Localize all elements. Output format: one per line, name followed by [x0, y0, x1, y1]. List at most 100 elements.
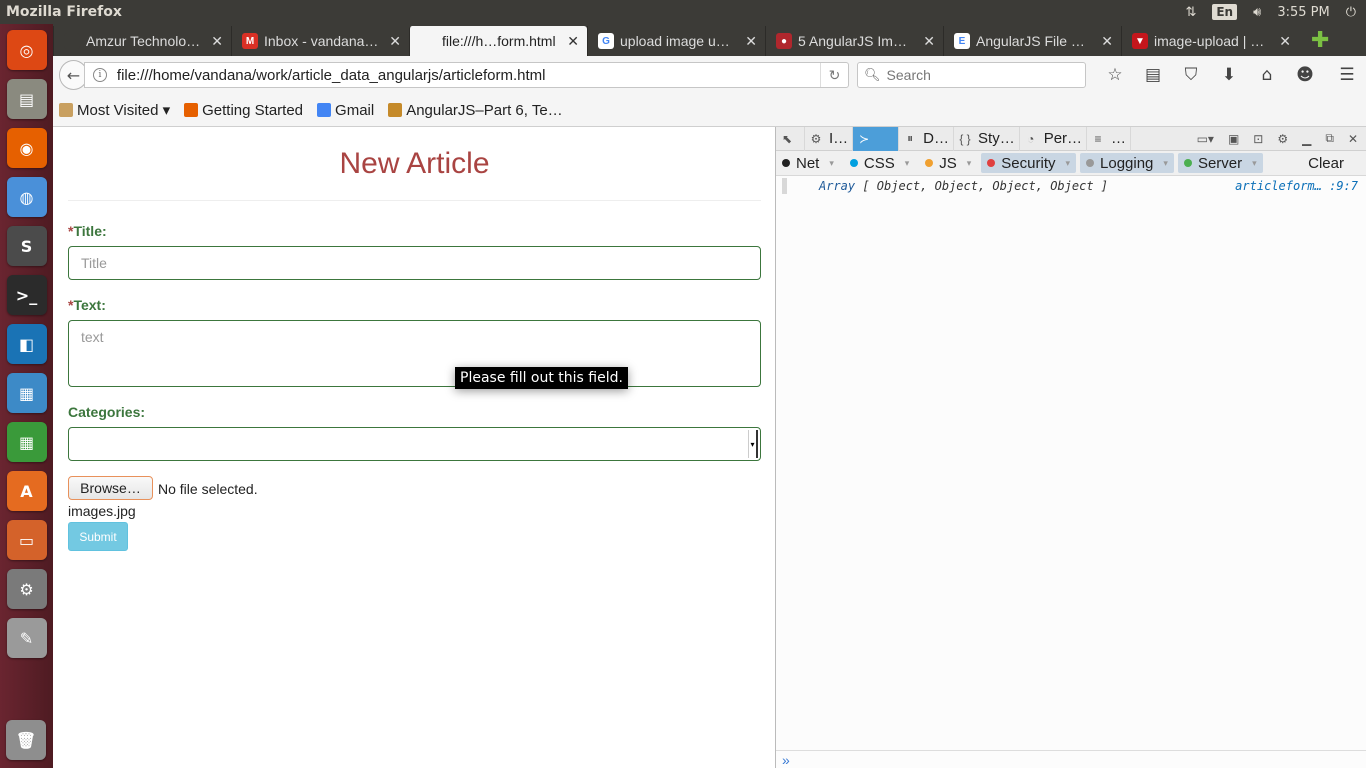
console-source-link[interactable]: articleform… :9:7 — [1235, 179, 1358, 193]
image-viewer-icon[interactable]: ▦ — [6, 373, 47, 413]
console-log-text[interactable]: Array [ Object, Object, Object, Object ] — [819, 179, 1108, 193]
chevron-down-icon[interactable]: ▾ — [748, 430, 758, 458]
chevron-down-icon[interactable]: ▾ — [1163, 158, 1168, 169]
browser-tab[interactable]: file:///h…form.html ✕ — [409, 26, 587, 56]
ubuntu-dash-icon[interactable]: ◎ — [6, 30, 47, 70]
devtools-tab[interactable]: ⏸ D… — [899, 126, 955, 151]
spreadsheet-icon[interactable]: ▦ — [6, 422, 47, 462]
browse-button[interactable]: Browse… — [68, 476, 153, 500]
close-icon[interactable]: ✕ — [1279, 33, 1291, 50]
keyboard-layout-indicator[interactable]: En — [1212, 4, 1238, 20]
console-filter[interactable]: Server ▾ — [1177, 153, 1263, 173]
favicon-icon — [420, 33, 436, 49]
chevron-down-icon[interactable]: ▾ — [829, 158, 834, 169]
undock-icon[interactable]: ⧉ — [1325, 131, 1334, 146]
reading-list-icon[interactable]: ▤ — [1134, 65, 1172, 85]
browser-tab[interactable]: Amzur Technologi… ✕ — [53, 26, 231, 56]
close-icon[interactable]: ✕ — [923, 33, 935, 50]
network-icon[interactable]: ⇅ — [1185, 5, 1196, 20]
bookmark-item[interactable]: Most Visited ▾ — [59, 101, 170, 119]
browser-tab[interactable]: E AngularJS File … ✕ — [943, 26, 1121, 56]
text-textarea[interactable]: text — [68, 320, 761, 387]
chevron-down-icon[interactable]: ▾ — [1252, 158, 1257, 169]
presentation-icon[interactable]: ▭ — [6, 520, 47, 560]
console-filters: Net ▾ CSS ▾ JS ▾ Security ▾ Logging ▾ Server ▾ Clear — [776, 151, 1366, 176]
categories-select[interactable]: ▾ — [68, 427, 761, 461]
tabs-overflow-icon[interactable]: ▭▾ — [1197, 132, 1214, 146]
files-icon[interactable]: ▤ — [6, 79, 47, 119]
devtools-tab[interactable]: ≻ — [853, 126, 900, 151]
hello-icon[interactable]: ☻ — [1286, 65, 1324, 85]
console-filter[interactable]: Logging ▾ — [1080, 153, 1174, 173]
bookmark-item[interactable]: Gmail — [317, 102, 374, 119]
window-title: Mozilla Firefox — [6, 4, 122, 20]
chevron-down-icon[interactable]: ▾ — [905, 158, 910, 169]
options-icon[interactable]: ⚙ — [1277, 132, 1288, 146]
pocket-icon[interactable]: ⛉ — [1172, 65, 1210, 85]
chevron-down-icon[interactable]: ▾ — [967, 158, 972, 169]
screenshot-icon[interactable]: ⊡ — [1253, 132, 1263, 146]
dock-icon[interactable]: ▁ — [1302, 132, 1311, 146]
bookmark-star-icon[interactable]: ☆ — [1096, 65, 1134, 85]
bookmark-item[interactable]: Getting Started — [184, 102, 303, 119]
downloads-icon[interactable]: ⬇ — [1210, 65, 1248, 85]
settings-icon[interactable]: ⚙ — [6, 569, 47, 609]
console-filter[interactable]: JS ▾ — [919, 153, 977, 173]
browser-tab[interactable]: Gupload image u… ✕ — [587, 26, 765, 56]
responsive-icon[interactable]: ▣ — [1228, 132, 1239, 146]
browser-tab[interactable]: M Inbox - vandana… ✕ — [231, 26, 409, 56]
submit-button[interactable]: Submit — [68, 522, 128, 551]
clear-console-button[interactable]: Clear — [1308, 155, 1366, 172]
text-editor-icon[interactable]: ✎ — [6, 618, 47, 658]
search-input[interactable]: 🔍︎ Search — [857, 62, 1086, 88]
system-tray: ⇅ En 🔊︎ 3:55 PM ⏻ — [1185, 4, 1366, 20]
power-icon[interactable]: ⏻ — [1346, 5, 1356, 20]
menu-icon[interactable]: ☰ — [1328, 65, 1366, 85]
console-filter[interactable]: Security ▾ — [981, 153, 1077, 173]
devtools-tab[interactable]: ⬉ — [776, 126, 805, 151]
terminal-icon[interactable]: >_ — [6, 275, 47, 315]
url-bar[interactable]: i file:///home/vandana/work/article_data… — [83, 62, 850, 88]
home-icon[interactable]: ⌂ — [1248, 65, 1286, 85]
devtools-tab-icon: ≡ — [1094, 131, 1102, 146]
chevron-down-icon[interactable]: ▾ — [1065, 158, 1070, 169]
filter-label: JS — [939, 154, 957, 172]
close-icon[interactable]: ✕ — [211, 33, 223, 50]
devtools-tab[interactable]: ◔ Per… — [1020, 126, 1088, 151]
prompt-icon: » — [782, 751, 790, 768]
devtools-tab-label: … — [1111, 130, 1127, 147]
bookmark-item[interactable]: AngularJS–Part 6, Te… — [388, 102, 563, 119]
divider — [68, 200, 761, 201]
browser-tab[interactable]: ● 5 AngularJS Im… ✕ — [765, 26, 943, 56]
new-tab-icon[interactable]: ✚ — [1311, 28, 1329, 53]
devtools-tab[interactable]: ≡… — [1087, 126, 1132, 151]
devtools-tab-label: I… — [829, 130, 849, 147]
close-icon[interactable]: ✕ — [1348, 132, 1358, 146]
reload-icon[interactable]: ↻ — [820, 63, 848, 87]
close-icon[interactable]: ✕ — [389, 33, 401, 50]
devtools-tab-icon: ◔ — [1027, 131, 1035, 146]
console-filter[interactable]: CSS ▾ — [844, 153, 915, 173]
trash-icon[interactable]: 🗑︎ — [6, 720, 46, 760]
app-icon[interactable]: ◧ — [6, 324, 47, 364]
site-info-icon[interactable]: i — [92, 68, 107, 82]
console-input[interactable]: » — [776, 750, 1366, 768]
devtools-tab-label: Sty… — [978, 130, 1015, 147]
devtools-tab[interactable]: { } Sty… — [954, 126, 1020, 151]
favicon-icon — [64, 33, 80, 49]
volume-icon[interactable]: 🔊︎ — [1253, 5, 1261, 20]
title-input[interactable]: Title — [68, 246, 761, 280]
chromium-icon[interactable]: ◍ — [6, 177, 47, 217]
close-icon[interactable]: ✕ — [745, 33, 757, 50]
url-text[interactable]: file:///home/vandana/work/article_data_a… — [117, 67, 820, 84]
clock[interactable]: 3:55 PM — [1277, 5, 1329, 20]
software-center-icon[interactable]: A — [6, 471, 47, 511]
browser-tab[interactable]: ▼ image-upload | … ✕ — [1121, 26, 1299, 56]
favicon-icon: M — [242, 33, 258, 49]
firefox-icon[interactable]: ◉ — [6, 128, 47, 168]
close-icon[interactable]: ✕ — [1101, 33, 1113, 50]
sublime-icon[interactable]: S — [6, 226, 47, 266]
console-filter[interactable]: Net ▾ — [776, 153, 840, 173]
devtools-tab[interactable]: ⚙ I… — [805, 126, 854, 151]
close-icon[interactable]: ✕ — [567, 33, 579, 50]
